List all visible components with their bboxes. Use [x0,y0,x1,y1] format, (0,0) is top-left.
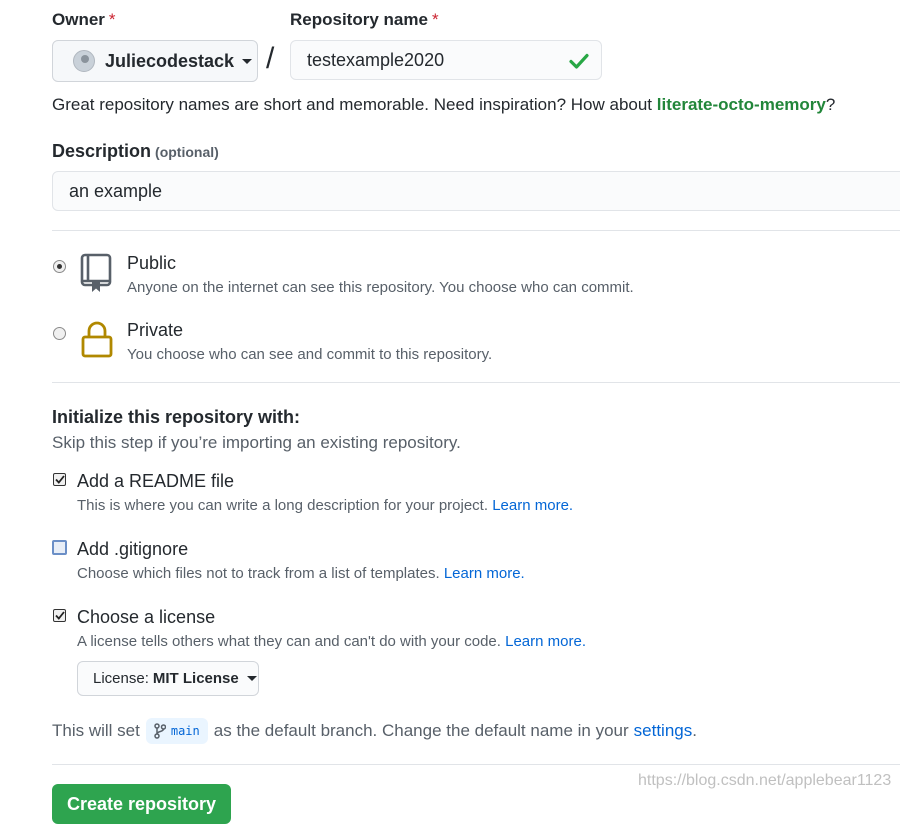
name-suggestion-link[interactable]: literate-octo-memory [657,95,826,114]
readme-learn-more-link[interactable]: Learn more. [492,497,573,514]
lock-icon [81,321,113,358]
caret-down-icon [242,58,253,64]
repo-name-value: testexample2020 [307,49,445,70]
gitignore-label: Add .gitignore [77,539,189,559]
gitignore-desc-text: Choose which files not to track from a l… [77,565,440,582]
default-branch-note: This will set main as the default branch… [52,718,697,744]
divider [52,764,900,765]
branch-note-prefix: This will set [52,721,140,740]
divider [52,382,900,383]
license-select-prefix: License: [93,670,149,687]
caret-down-icon [246,676,257,681]
git-branch-icon [154,723,166,739]
repo-name-input[interactable]: testexample2020 [290,40,602,80]
public-title: Public [127,253,177,273]
settings-link[interactable]: settings [634,721,693,741]
gitignore-desc: Choose which files not to track from a l… [77,565,525,582]
init-section-subtitle: Skip this step if you’re importing an ex… [52,433,461,452]
description-label: Description (optional) [52,141,219,162]
repo-name-label: Repository name * [290,10,439,30]
private-subtitle: You choose who can see and commit to thi… [127,346,493,363]
hint-suffix: ? [825,95,836,114]
divider [52,230,900,231]
repo-name-label-text: Repository name [290,10,428,29]
license-checkbox[interactable] [53,609,66,622]
license-desc-text: A license tells others what they can and… [77,633,501,650]
gitignore-learn-more-link[interactable]: Learn more. [444,565,525,582]
watermark: https://blog.csdn.net/applebear1123 [638,772,892,789]
license-select-value: MIT License [152,670,239,687]
license-learn-more-link[interactable]: Learn more. [505,633,586,650]
hint-text: Great repository names are short and mem… [52,95,657,114]
readme-checkbox[interactable] [53,473,66,486]
branch-note-suffix: . [692,721,697,740]
description-value: an example [69,180,163,201]
branch-chip: main [145,718,208,744]
optional-tag: (optional) [155,144,219,160]
create-repository-button[interactable]: Create repository [52,784,231,824]
description-input[interactable]: an example [52,171,900,211]
create-repository-label: Create repository [66,793,217,814]
public-radio[interactable] [53,260,66,273]
branch-note-middle: as the default branch. Change the defaul… [213,721,629,740]
private-title: Private [127,320,184,340]
owner-repo-separator: / [266,42,275,75]
readme-label: Add a README file [77,471,235,491]
repo-name-hint: Great repository names are short and mem… [52,95,835,115]
owner-selected-value: Juliecodestack [105,50,235,71]
readme-desc: This is where you can write a long descr… [77,497,573,514]
gitignore-checkbox[interactable] [52,540,67,555]
checkmark-icon [54,475,65,484]
branch-name: main [170,724,200,738]
readme-desc-text: This is where you can write a long descr… [77,497,489,514]
owner-dropdown-button[interactable]: Juliecodestack [52,40,258,82]
description-label-text: Description [52,141,152,161]
owner-label-text: Owner [52,10,105,29]
private-radio[interactable] [53,327,66,340]
repo-name-required-mark: * [431,10,439,29]
license-label: Choose a license [77,607,216,627]
public-subtitle: Anyone on the internet can see this repo… [127,279,634,296]
init-section-title: Initialize this repository with: [52,407,301,427]
owner-label: Owner * [52,10,116,30]
check-icon [569,53,589,69]
checkmark-icon [54,611,65,620]
license-select-button[interactable]: License: MIT License [77,661,259,696]
license-desc: A license tells others what they can and… [77,633,586,650]
repo-icon [80,253,112,292]
owner-required-mark: * [108,10,116,29]
avatar-icon [73,50,95,72]
